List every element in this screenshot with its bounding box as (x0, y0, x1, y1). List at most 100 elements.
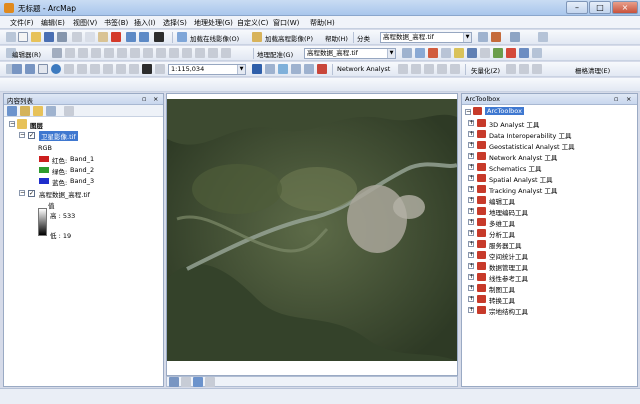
effects-icon[interactable] (467, 48, 477, 58)
minimize-button[interactable]: – (566, 1, 588, 14)
layer1-name[interactable]: 卫星影像.tif (39, 131, 78, 141)
layers-root-label[interactable]: 图层 (30, 120, 43, 130)
menu-geoprocessing[interactable]: 地理处理(G) (194, 18, 233, 28)
menu-customize[interactable]: 自定义(C) (237, 18, 268, 28)
training-samples-icon[interactable] (491, 32, 501, 42)
go-to-xy-icon[interactable] (278, 64, 288, 74)
paste-icon[interactable] (98, 32, 108, 42)
straight-segment-icon[interactable] (78, 48, 88, 58)
html-popup-icon[interactable] (304, 64, 314, 74)
maximize-button[interactable]: □ (589, 1, 611, 14)
toc-options-icon[interactable] (64, 106, 74, 116)
toolbar-options-icon[interactable] (538, 32, 548, 42)
expand-toolbox-icon[interactable]: + (468, 296, 474, 302)
select-elements-icon[interactable] (142, 64, 152, 74)
expand-toolbox-icon[interactable]: + (468, 307, 474, 313)
clear-selection-icon[interactable] (129, 64, 139, 74)
reshape-icon[interactable] (143, 48, 153, 58)
expand-toolbox-icon[interactable]: + (468, 208, 474, 214)
layer1-visibility-checkbox[interactable]: ✓ (28, 132, 35, 139)
edit-annotation-icon[interactable] (65, 48, 75, 58)
map-scale-combo[interactable]: 1:115,034 ▼ (168, 64, 246, 75)
expand-toolbox-icon[interactable]: + (468, 219, 474, 225)
zoom-out-icon[interactable] (25, 64, 35, 74)
fixed-zoom-in-icon[interactable] (64, 64, 74, 74)
expand-toolbox-icon[interactable]: + (468, 175, 474, 181)
menu-view[interactable]: 视图(V) (73, 18, 97, 28)
network-directions-icon[interactable] (437, 64, 447, 74)
expand-toolbox-icon[interactable]: + (468, 186, 474, 192)
list-by-drawing-order-icon[interactable] (7, 106, 17, 116)
close-button[interactable]: × (612, 1, 638, 14)
edit-tool-icon[interactable] (52, 48, 62, 58)
data-view-icon[interactable] (169, 377, 179, 387)
menu-file[interactable]: 文件(F) (10, 18, 34, 28)
menu-insert[interactable]: 插入(I) (134, 18, 156, 28)
catalog-icon[interactable] (493, 48, 503, 58)
expand-toolbox-icon[interactable]: + (468, 263, 474, 269)
print-icon[interactable] (57, 32, 67, 42)
find-icon[interactable] (265, 64, 275, 74)
forward-extent-icon[interactable] (103, 64, 113, 74)
menu-bookmarks[interactable]: 书签(B) (104, 18, 128, 28)
satellite-map-canvas[interactable] (167, 99, 457, 369)
end-point-arc-icon[interactable] (91, 48, 101, 58)
layer2-visibility-checkbox[interactable]: ✓ (28, 190, 35, 197)
georef-layer-combo[interactable]: 高程数据_高程.tif ▼ (304, 48, 396, 59)
create-features-icon[interactable] (221, 48, 231, 58)
copy-icon[interactable] (85, 32, 95, 42)
measure-icon[interactable] (252, 64, 262, 74)
list-by-selection-icon[interactable] (46, 106, 56, 116)
vectorize-trace-icon[interactable] (519, 64, 529, 74)
cut-polygons-icon[interactable] (156, 48, 166, 58)
expand-toolbox-icon[interactable]: + (468, 131, 474, 137)
modelbuilder-icon[interactable] (532, 48, 542, 58)
expand-toolbox-icon[interactable]: + (468, 120, 474, 126)
rotate-raster-icon[interactable] (402, 48, 412, 58)
refresh-icon[interactable] (193, 377, 203, 387)
close-icon[interactable]: × (153, 95, 158, 103)
pin-icon[interactable]: ▫ (614, 95, 618, 103)
attributes-icon[interactable] (195, 48, 205, 58)
zoom-in-icon[interactable] (12, 64, 22, 74)
menu-help[interactable]: 帮助(H) (310, 18, 335, 28)
layout-icon[interactable] (510, 32, 520, 42)
menu-windows[interactable]: 窗口(W) (273, 18, 299, 28)
menu-selection[interactable]: 选择(S) (163, 18, 187, 28)
time-slider-icon[interactable] (291, 64, 301, 74)
view-link-table-icon[interactable] (441, 48, 451, 58)
network-new-route-icon[interactable] (398, 64, 408, 74)
editor-menu[interactable]: 编辑器(R) (12, 49, 41, 59)
layer2-name[interactable]: 高程数据_高程.tif (39, 189, 90, 199)
network-analyst-menu[interactable]: Network Analyst (337, 65, 390, 73)
menu-edit[interactable]: 编辑(E) (41, 18, 65, 28)
network-locations-icon[interactable] (411, 64, 421, 74)
cut-icon[interactable] (72, 32, 82, 42)
list-by-source-icon[interactable] (20, 106, 30, 116)
classify-tool-icon[interactable] (478, 32, 488, 42)
delete-icon[interactable] (111, 32, 121, 42)
collapse-arctoolbox-icon[interactable]: − (465, 109, 471, 115)
add-data-icon[interactable] (154, 32, 164, 42)
point-icon[interactable] (117, 48, 127, 58)
edit-vertices-icon[interactable] (130, 48, 140, 58)
hyperlink-icon[interactable] (317, 64, 327, 74)
shift-raster-icon[interactable] (415, 48, 425, 58)
arctoolbox-icon[interactable] (506, 48, 516, 58)
python-icon[interactable] (519, 48, 529, 58)
close-icon[interactable]: × (626, 95, 631, 103)
map-view[interactable] (166, 93, 458, 376)
arctoolbox-root-label[interactable]: ArcToolbox (485, 107, 524, 115)
network-solve-icon[interactable] (424, 64, 434, 74)
fixed-zoom-out-icon[interactable] (77, 64, 87, 74)
help-menu[interactable]: 帮助(H) (325, 33, 348, 43)
collapse-layer2-icon[interactable]: − (19, 190, 25, 196)
elevation-imagery-menu[interactable]: 加载高程影像(P) (265, 33, 313, 43)
list-by-visibility-icon[interactable] (33, 106, 43, 116)
pan-icon[interactable] (38, 64, 48, 74)
add-control-points-icon[interactable] (428, 48, 438, 58)
layout-view-icon[interactable] (181, 377, 191, 387)
expand-toolbox-icon[interactable]: + (468, 142, 474, 148)
online-imagery-menu[interactable]: 加载在线影像(O) (190, 33, 239, 43)
expand-toolbox-icon[interactable]: + (468, 285, 474, 291)
